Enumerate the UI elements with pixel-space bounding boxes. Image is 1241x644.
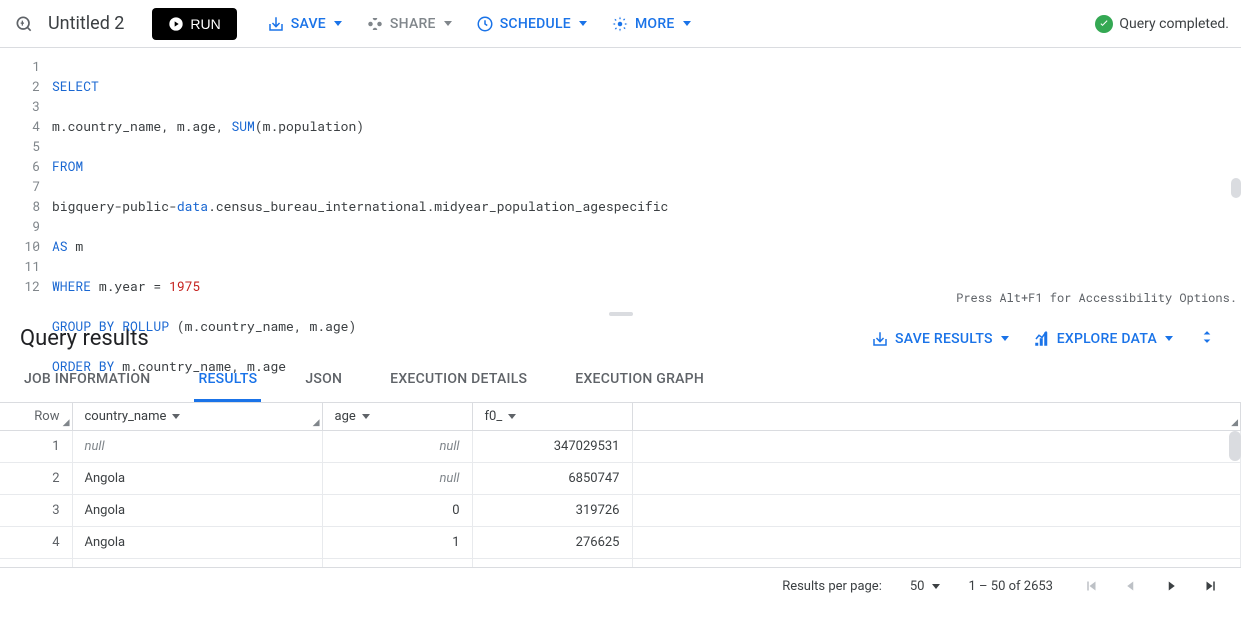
column-header-age[interactable]: age <box>322 403 472 431</box>
prev-page-icon[interactable] <box>1121 576 1141 596</box>
last-page-icon[interactable] <box>1201 576 1221 596</box>
table-cell <box>632 431 1241 463</box>
toolbar: Untitled 2 RUN SAVE SHARE SCHEDULE MORE … <box>0 0 1241 48</box>
pagination-label: Results per page: <box>782 579 882 594</box>
table-row[interactable]: 3Angola0319726 <box>0 495 1241 527</box>
query-status: Query completed. <box>1095 15 1229 33</box>
save-label: SAVE <box>291 16 326 32</box>
more-label: MORE <box>635 16 675 32</box>
table-cell: null <box>72 431 322 463</box>
query-title[interactable]: Untitled 2 <box>48 13 124 34</box>
table-cell: 2 <box>322 559 472 568</box>
table-row[interactable]: 4Angola1276625 <box>0 527 1241 559</box>
table-cell: 319726 <box>472 495 632 527</box>
pagination-range: 1 – 50 of 2653 <box>968 579 1053 594</box>
share-label: SHARE <box>390 16 436 32</box>
table-cell: Angola <box>72 527 322 559</box>
code-area[interactable]: SELECT m.country_name, m.age, SUM(m.popu… <box>52 48 1241 310</box>
more-button[interactable]: MORE <box>601 7 701 41</box>
table-cell: 0 <box>322 495 472 527</box>
first-page-icon[interactable] <box>1081 576 1101 596</box>
line-gutter: 123456789101112 <box>0 48 52 310</box>
column-header-empty: ◢ <box>632 403 1241 431</box>
pagination: Results per page: 50 1 – 50 of 2653 <box>0 567 1241 604</box>
table-cell: null <box>322 463 472 495</box>
share-button[interactable]: SHARE <box>356 7 462 41</box>
run-button[interactable]: RUN <box>152 8 236 40</box>
sort-icon[interactable] <box>508 414 516 419</box>
dropdown-icon <box>932 584 940 589</box>
table-cell: Angola <box>72 495 322 527</box>
table-cell <box>632 495 1241 527</box>
sql-editor[interactable]: 123456789101112 SELECT m.country_name, m… <box>0 48 1241 310</box>
column-header-country-name[interactable]: country_name◢ <box>72 403 322 431</box>
query-icon[interactable] <box>12 12 36 36</box>
table-cell: Angola <box>72 463 322 495</box>
sort-icon[interactable] <box>362 414 370 419</box>
save-button[interactable]: SAVE <box>257 7 352 41</box>
table-cell: 4 <box>0 527 72 559</box>
table-cell: null <box>322 431 472 463</box>
dropdown-icon <box>683 21 691 26</box>
status-text: Query completed. <box>1119 16 1229 32</box>
table-scrollbar[interactable] <box>1229 431 1241 461</box>
table-cell <box>632 463 1241 495</box>
table-row[interactable]: 5Angola2257721 <box>0 559 1241 568</box>
accessibility-hint: Press Alt+F1 for Accessibility Options. <box>956 288 1241 308</box>
column-header-f0[interactable]: f0_ <box>472 403 632 431</box>
success-icon <box>1095 15 1113 33</box>
sort-icon[interactable] <box>172 414 180 419</box>
schedule-button[interactable]: SCHEDULE <box>466 7 597 41</box>
table-cell: 5 <box>0 559 72 568</box>
results-table: Row◢ country_name◢ age f0_ ◢ 1nullnull34… <box>0 403 1241 567</box>
table-row[interactable]: 2Angolanull6850747 <box>0 463 1241 495</box>
table-cell <box>632 527 1241 559</box>
table-cell: 2 <box>0 463 72 495</box>
table-cell: 6850747 <box>472 463 632 495</box>
table-cell: 347029531 <box>472 431 632 463</box>
run-label: RUN <box>190 16 220 32</box>
results-table-wrap: Row◢ country_name◢ age f0_ ◢ 1nullnull34… <box>0 403 1241 567</box>
table-row[interactable]: 1nullnull347029531 <box>0 431 1241 463</box>
table-cell: 3 <box>0 495 72 527</box>
column-header-row[interactable]: Row◢ <box>0 403 72 431</box>
table-cell: Angola <box>72 559 322 568</box>
table-cell: 257721 <box>472 559 632 568</box>
table-cell <box>632 559 1241 568</box>
page-size-select[interactable]: 50 <box>910 579 941 594</box>
dropdown-icon <box>334 21 342 26</box>
table-cell: 1 <box>0 431 72 463</box>
dropdown-icon <box>444 21 452 26</box>
table-cell: 276625 <box>472 527 632 559</box>
dropdown-icon <box>579 21 587 26</box>
resize-handle[interactable] <box>609 312 633 316</box>
next-page-icon[interactable] <box>1161 576 1181 596</box>
table-cell: 1 <box>322 527 472 559</box>
schedule-label: SCHEDULE <box>500 16 571 32</box>
scrollbar[interactable] <box>1231 178 1241 198</box>
